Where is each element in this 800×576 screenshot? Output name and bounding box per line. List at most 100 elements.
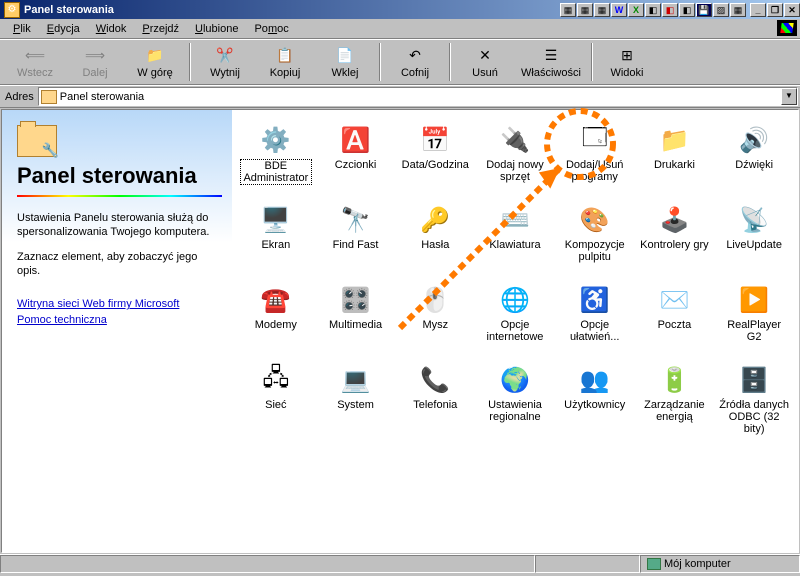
delete-button[interactable]: ✕Usuń: [455, 41, 515, 83]
address-label: Adres: [5, 91, 34, 103]
zrodla-odbc-icon: 🗄️: [738, 364, 770, 396]
cp-icon-dodaj-usun-programy[interactable]: 🗔Dodaj/Usuń programy: [555, 120, 635, 200]
menu-edycja[interactable]: Edycja: [40, 21, 87, 37]
window-buttons: _ ❐ ✕: [750, 3, 800, 17]
cp-icon-czcionki[interactable]: 🅰️Czcionki: [316, 120, 396, 200]
menu-pomoc[interactable]: Pomoc: [247, 21, 295, 37]
czcionki-icon: 🅰️: [340, 124, 372, 156]
control-panel-folder-icon: [17, 125, 57, 157]
separator: [379, 43, 381, 81]
icon-label: BDE Administrator: [240, 159, 312, 185]
views-button[interactable]: ⊞Widoki: [597, 41, 657, 83]
paste-button[interactable]: 📄Wklej: [315, 41, 375, 83]
icon-label: Opcje internetowe: [479, 319, 551, 343]
cp-icon-modemy[interactable]: ☎️Modemy: [236, 280, 316, 360]
back-button[interactable]: ⟸Wstecz: [5, 41, 65, 83]
status-left: [0, 555, 535, 573]
statusbar: Mój komputer: [0, 554, 800, 574]
label: Usuń: [472, 67, 498, 79]
cp-icon-system[interactable]: 💻System: [316, 360, 396, 440]
cp-icon-telefonia[interactable]: 📞 Telefonia: [395, 360, 475, 440]
cp-icon-dzwieki[interactable]: 🔊Dźwięki: [714, 120, 794, 200]
forward-arrow-icon: ⟹: [85, 45, 105, 65]
dodaj-sprzet-icon: 🔌: [499, 124, 531, 156]
cp-icon-multimedia[interactable]: 🎛️Multimedia: [316, 280, 396, 360]
tray-icon[interactable]: ▨: [713, 3, 729, 17]
menu-ulubione[interactable]: Ulubione: [188, 21, 245, 37]
systray-icons: ▦ ▦ ▦ W X ◧ ◧ ◧ 💾 ▨ ▦: [560, 3, 746, 17]
icon-label: Find Fast: [332, 239, 380, 251]
label: Wklej: [332, 67, 359, 79]
maximize-button[interactable]: ❐: [767, 3, 783, 17]
icon-label: Kontrolery gry: [639, 239, 709, 251]
cp-icon-kontrolery-gry[interactable]: 🕹️ Kontrolery gry: [635, 200, 715, 280]
properties-button[interactable]: ☰Właściwości: [515, 41, 587, 83]
tray-icon[interactable]: ▦: [577, 3, 593, 17]
icon-label: Data/Godzina: [401, 159, 470, 171]
cp-icon-realplayer[interactable]: ▶️RealPlayer G2: [714, 280, 794, 360]
icon-label: Multimedia: [328, 319, 383, 331]
link-tech-support[interactable]: Pomoc techniczna: [17, 314, 222, 326]
cp-icon-drukarki[interactable]: 📁Drukarki: [635, 120, 715, 200]
drukarki-icon: 📁: [658, 124, 690, 156]
icon-label: Poczta: [657, 319, 693, 331]
computer-icon: [647, 558, 661, 570]
cp-icon-dodaj-sprzet[interactable]: 🔌Dodaj nowy sprzęt: [475, 120, 555, 200]
tray-excel-icon[interactable]: X: [628, 3, 644, 17]
up-button[interactable]: 📁W górę: [125, 41, 185, 83]
copy-button[interactable]: 📋Kopiuj: [255, 41, 315, 83]
cp-icon-opcje-internetowe[interactable]: 🌐Opcje internetowe: [475, 280, 555, 360]
cp-icon-hasla[interactable]: 🔑Hasła: [395, 200, 475, 280]
minimize-button[interactable]: _: [750, 3, 766, 17]
icon-grid: ⚙️BDE Administrator🅰️Czcionki 📅 Data/Godzi…: [232, 110, 798, 552]
close-button[interactable]: ✕: [784, 3, 800, 17]
forward-button[interactable]: ⟹Dalej: [65, 41, 125, 83]
label: Wytnij: [210, 67, 240, 79]
link-microsoft-web[interactable]: Witryna sieci Web firmy Microsoft: [17, 298, 222, 310]
cp-icon-liveupdate[interactable]: 📡LiveUpdate: [714, 200, 794, 280]
icon-label: Zarządzanie energią: [638, 399, 710, 423]
kontrolery-gry-icon: 🕹️: [658, 204, 690, 236]
window-title: Panel sterowania: [24, 4, 560, 16]
cp-icon-zarzadzanie-energia[interactable]: 🔋Zarządzanie energią: [635, 360, 715, 440]
cp-icon-uzytkownicy[interactable]: 👥Użytkownicy: [555, 360, 635, 440]
pane-title: Panel sterowania: [17, 165, 222, 187]
cp-icon-ekran[interactable]: 🖥️Ekran: [236, 200, 316, 280]
tray-icon[interactable]: 💾: [696, 3, 712, 17]
cp-icon-mysz[interactable]: 🖱️Mysz: [395, 280, 475, 360]
cp-icon-ustawienia-regionalne[interactable]: 🌍Ustawienia regionalne: [475, 360, 555, 440]
tray-icon[interactable]: ◧: [679, 3, 695, 17]
icon-label: Telefonia: [412, 399, 458, 411]
icon-label: Opcje ułatwień...: [559, 319, 631, 343]
tray-word-icon[interactable]: W: [611, 3, 627, 17]
cp-icon-klawiatura[interactable]: ⌨️Klawiatura: [475, 200, 555, 280]
cp-icon-siec[interactable]: 🖧Sieć: [236, 360, 316, 440]
telefonia-icon: 📞: [419, 364, 451, 396]
tray-icon[interactable]: ▦: [560, 3, 576, 17]
icon-label: Sieć: [264, 399, 287, 411]
menu-widok[interactable]: Widok: [89, 21, 134, 37]
data-godzina-icon: 📅: [419, 124, 451, 156]
tray-icon[interactable]: ▦: [730, 3, 746, 17]
tray-icon[interactable]: ◧: [662, 3, 678, 17]
address-dropdown[interactable]: ▼: [781, 88, 797, 105]
cp-icon-find-fast[interactable]: 🔭Find Fast: [316, 200, 396, 280]
dodaj-usun-programy-icon: 🗔: [579, 124, 611, 156]
cut-button[interactable]: ✂️Wytnij: [195, 41, 255, 83]
poczta-icon: ✉️: [658, 284, 690, 316]
tray-icon[interactable]: ◧: [645, 3, 661, 17]
cp-icon-bde-administrator[interactable]: ⚙️BDE Administrator: [236, 120, 316, 200]
undo-button[interactable]: ↶Cofnij: [385, 41, 445, 83]
menu-plik[interactable]: Plik: [6, 21, 38, 37]
cp-icon-zrodla-odbc[interactable]: 🗄️Źródła danych ODBC (32 bity): [714, 360, 794, 440]
cp-icon-kompozycje-pulpitu[interactable]: 🎨Kompozycje pulpitu: [555, 200, 635, 280]
separator: [449, 43, 451, 81]
opcje-ulatwien-icon: ♿: [579, 284, 611, 316]
menu-przejdz[interactable]: Przejdź: [135, 21, 186, 37]
cp-icon-opcje-ulatwien[interactable]: ♿ Opcje ułatwień...: [555, 280, 635, 360]
cp-icon-data-godzina[interactable]: 📅 Data/Godzina: [395, 120, 475, 200]
tray-icon[interactable]: ▦: [594, 3, 610, 17]
address-field[interactable]: Panel sterowania ▼: [38, 87, 798, 106]
dzwieki-icon: 🔊: [738, 124, 770, 156]
cp-icon-poczta[interactable]: ✉️ Poczta: [635, 280, 715, 360]
